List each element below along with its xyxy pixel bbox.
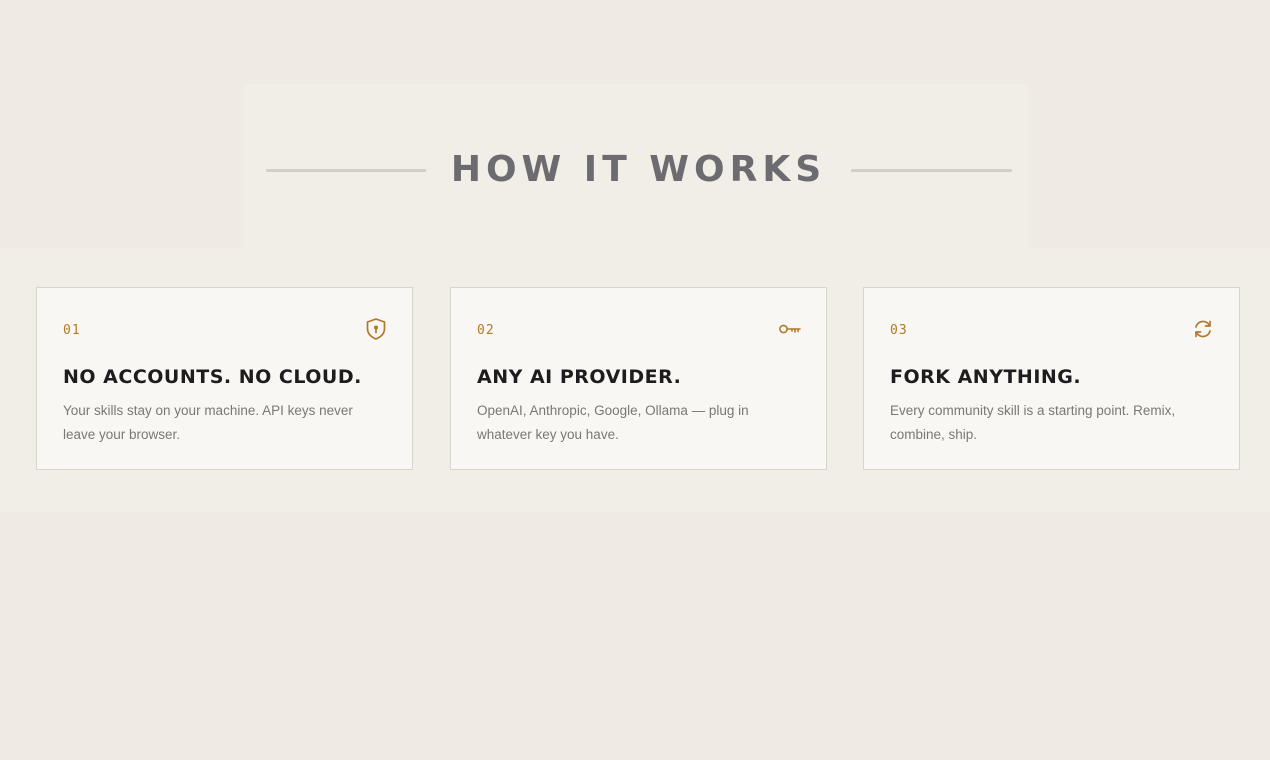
- step-number: 01: [63, 323, 81, 338]
- refresh-icon: [1191, 317, 1215, 341]
- feature-card-any-provider: 02 ANY AI PROVIDER. OpenAI, Anthropic, G…: [450, 287, 827, 470]
- card-description: Every community skill is a starting poin…: [890, 403, 1176, 442]
- card-description: OpenAI, Anthropic, Google, Ollama — plug…: [477, 403, 749, 442]
- card-title: ANY AI PROVIDER.: [477, 366, 682, 388]
- card-title: FORK ANYTHING.: [890, 366, 1082, 388]
- card-description: Your skills stay on your machine. API ke…: [63, 403, 353, 442]
- feature-card-no-accounts: 01 NO ACCOUNTS. NO CLOUD. Your skills st…: [36, 287, 413, 470]
- step-number: 02: [477, 323, 495, 338]
- section-title: HOW IT WORKS: [450, 149, 827, 190]
- feature-card-fork-anything: 03 FORK ANYTHING. Every community skill …: [863, 287, 1240, 470]
- shield-keyhole-icon: [364, 317, 388, 341]
- key-icon: [778, 317, 802, 341]
- card-title: NO ACCOUNTS. NO CLOUD.: [63, 366, 362, 388]
- step-number: 03: [890, 323, 908, 338]
- title-divider-left: [266, 169, 426, 172]
- title-divider-right: [851, 169, 1012, 172]
